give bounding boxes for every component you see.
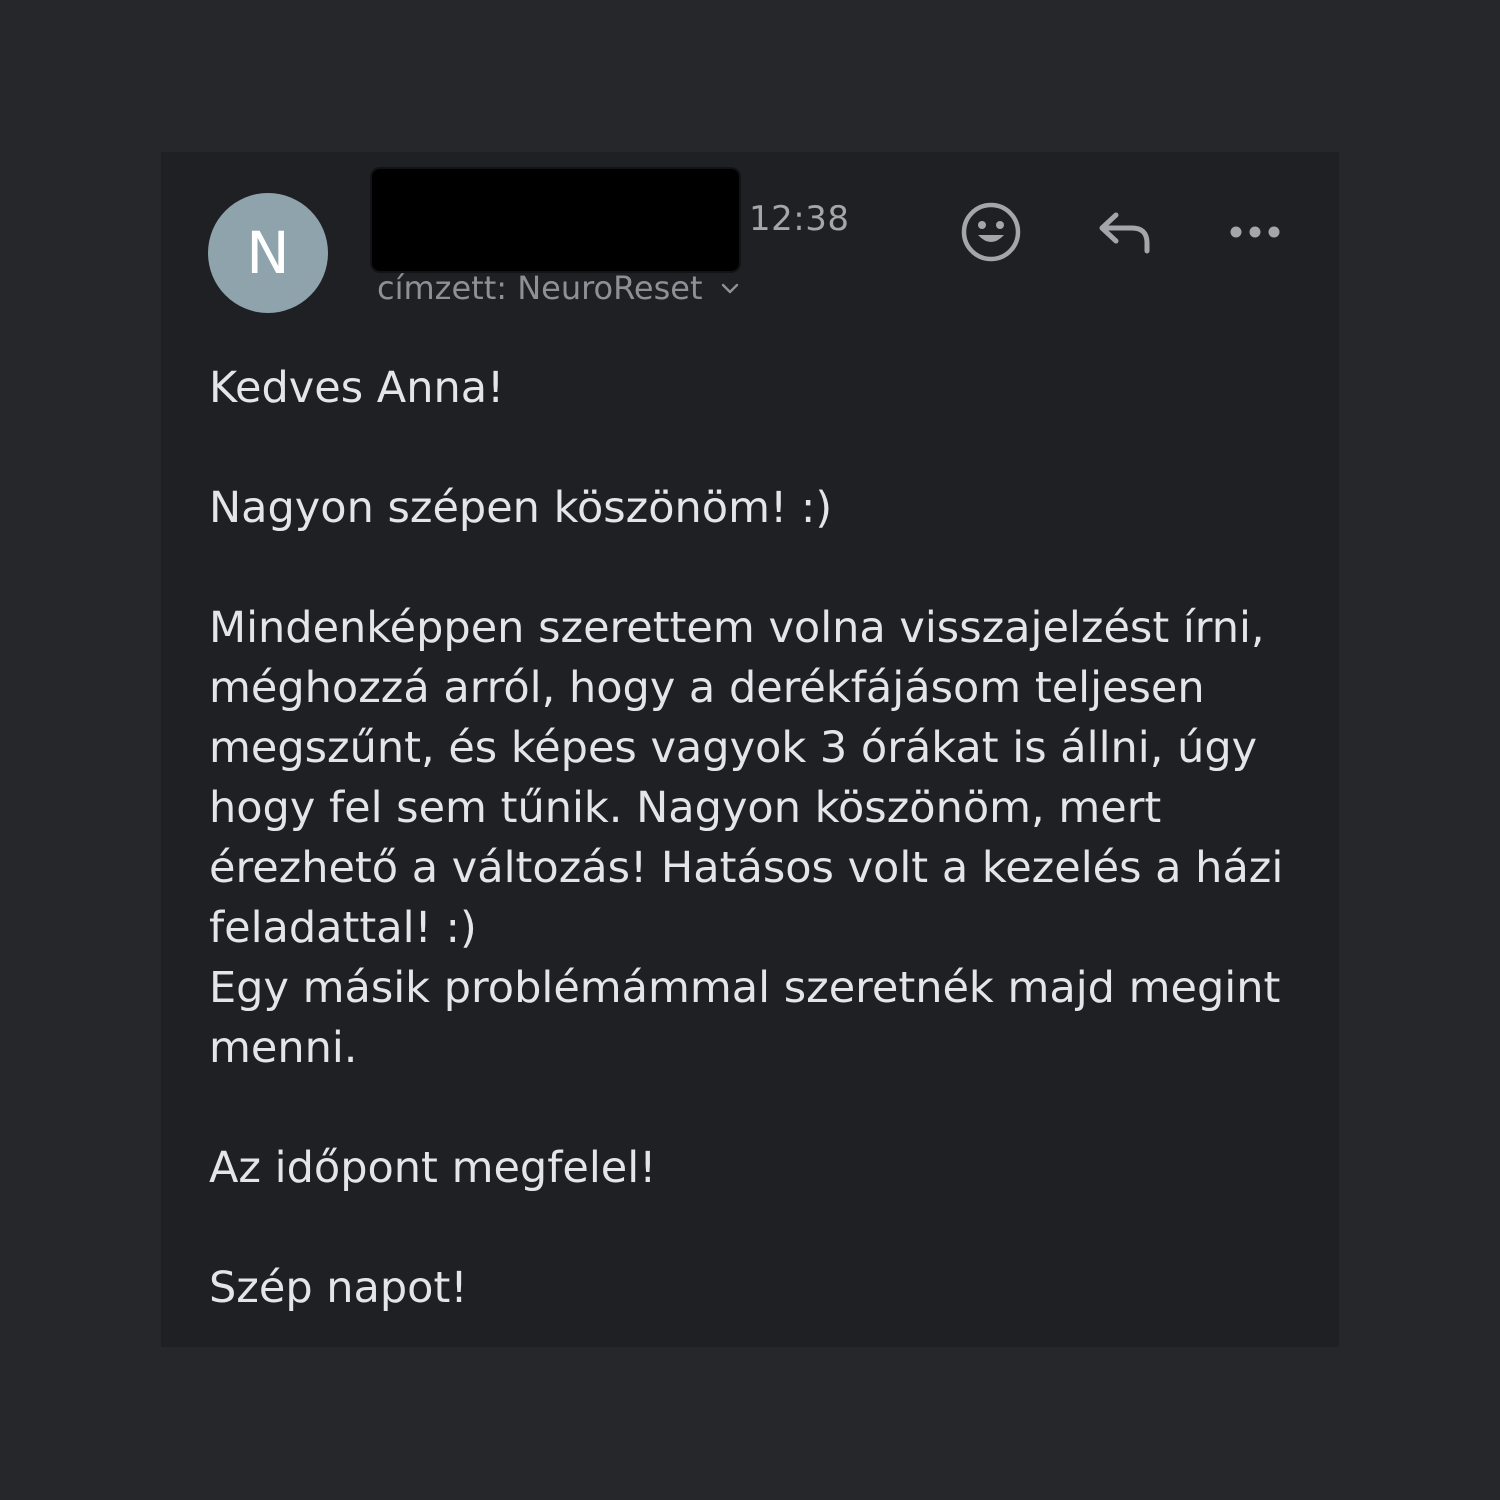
redacted-sender-name <box>372 169 739 271</box>
appointment-line: Az időpont megfelel! <box>209 1143 657 1193</box>
message-time: 12:38 <box>749 199 850 239</box>
more-dots-icon <box>1230 226 1280 238</box>
closing-line: Szép napot! <box>209 1263 468 1313</box>
add-reaction-button[interactable] <box>956 197 1026 267</box>
reply-button[interactable] <box>1089 197 1159 267</box>
followup-paragraph: Egy másik problémámmal szeretnék majd me… <box>209 963 1295 1073</box>
chevron-down-icon <box>721 283 738 294</box>
recipient-toggle[interactable]: címzett: NeuroReset <box>377 269 741 307</box>
avatar-initial: N <box>246 219 290 287</box>
greeting-line: Kedves Anna! <box>209 363 505 413</box>
message-body: Kedves Anna! Nagyon szépen köszönöm! :) … <box>209 358 1319 1318</box>
reply-arrow-icon <box>1099 212 1150 254</box>
more-options-button[interactable] <box>1220 197 1290 267</box>
email-message-card: N 12:38 címzett: NeuroReset Kedves Anna! <box>161 152 1339 1347</box>
sender-avatar[interactable]: N <box>208 193 328 313</box>
thanks-line: Nagyon szépen köszönöm! :) <box>209 483 833 533</box>
feedback-paragraph: Mindenképpen szerettem volna visszajelzé… <box>209 603 1297 953</box>
recipient-label: címzett: NeuroReset <box>377 269 703 307</box>
smiley-icon <box>961 202 1021 262</box>
